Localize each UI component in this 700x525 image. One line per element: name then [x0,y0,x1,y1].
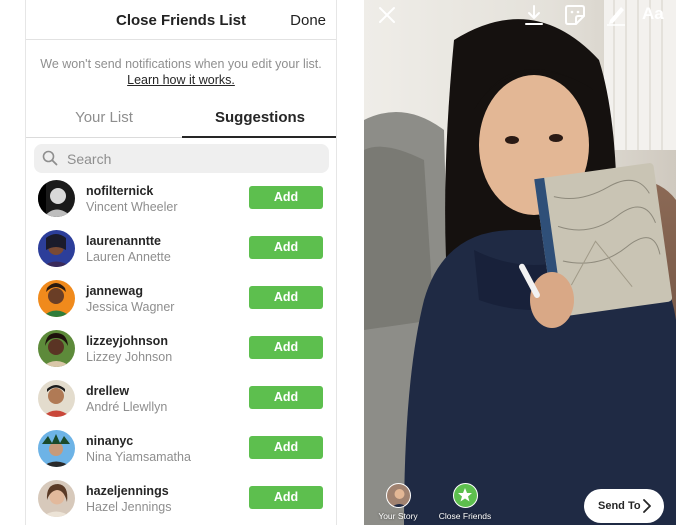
full-name: André Llewllyn [86,400,168,414]
add-button[interactable]: Add [249,336,323,359]
text-icon[interactable]: Aa [642,4,664,24]
username[interactable]: jannewag [86,284,143,298]
full-name: Nina Yiamsamatha [86,450,191,464]
share-close-friends[interactable]: Close Friends [432,483,498,521]
avatar[interactable] [38,180,75,217]
username[interactable]: laurenanntte [86,234,161,248]
close-friends-panel: Close Friends List Done We won't send no… [25,0,337,525]
add-button[interactable]: Add [249,186,323,209]
list-item: drellew André Llewllyn Add [26,373,336,423]
list-item: hazeljennings Hazel Jennings Add [26,473,336,523]
username[interactable]: hazeljennings [86,484,169,498]
tab-bar: Your List Suggestions [26,104,336,138]
full-name: Lauren Annette [86,250,171,264]
list-item: laurenanntte Lauren Annette Add [26,223,336,273]
chevron-right-icon [643,499,651,513]
username[interactable]: ninanyc [86,434,133,448]
add-button[interactable]: Add [249,486,323,509]
full-name: Hazel Jennings [86,500,172,514]
avatar[interactable] [38,330,75,367]
list-item: nofilternick Vincent Wheeler Add [26,173,336,223]
list-item: ninanyc Nina Yiamsamatha Add [26,423,336,473]
close-icon[interactable] [378,6,396,24]
full-name: Lizzey Johnson [86,350,173,364]
add-button[interactable]: Add [249,436,323,459]
story-photo [364,0,676,525]
avatar[interactable] [38,230,75,267]
avatar[interactable] [38,280,75,317]
search-placeholder: Search [67,151,112,167]
list-item: jannewag Jessica Wagner Add [26,273,336,323]
full-name: Jessica Wagner [86,300,175,314]
notice: We won't send notifications when you edi… [26,56,336,88]
tab-your-list[interactable]: Your List [26,104,182,138]
add-button[interactable]: Add [249,286,323,309]
share-your-story-label: Your Story [378,511,418,521]
nav-header: Close Friends List Done [26,0,336,40]
avatar[interactable] [38,380,75,417]
username[interactable]: lizzeyjohnson [86,334,168,348]
avatar[interactable] [38,430,75,467]
search-icon [42,150,58,166]
username[interactable]: drellew [86,384,129,398]
full-name: Vincent Wheeler [86,200,178,214]
notice-text: We won't send notifications when you edi… [40,57,322,71]
sticker-icon[interactable] [564,4,586,26]
learn-more-link[interactable]: Learn how it works. [127,72,235,88]
list-item: lizzeyjohnson Lizzey Johnson Add [26,323,336,373]
download-icon[interactable] [524,4,544,26]
avatar [385,483,411,508]
add-button[interactable]: Add [249,236,323,259]
done-button[interactable]: Done [290,12,326,29]
username[interactable]: nofilternick [86,184,153,198]
screen: Close Friends List Done We won't send no… [0,0,700,525]
avatar[interactable] [38,480,75,517]
star-icon [458,488,472,502]
tab-suggestions[interactable]: Suggestions [182,104,336,138]
add-button[interactable]: Add [249,386,323,409]
search-input[interactable]: Search [34,144,329,173]
send-to-label: Send To [598,500,641,512]
pen-icon[interactable] [606,4,626,26]
share-close-friends-label: Close Friends [438,511,492,521]
share-your-story[interactable]: Your Story [372,483,424,521]
send-to-button[interactable]: Send To [584,489,664,523]
close-friends-badge [452,483,478,508]
suggestion-list: nofilternick Vincent Wheeler Add laurena… [26,173,336,523]
story-panel: Aa Your Story Close Friends Send To [364,0,676,525]
